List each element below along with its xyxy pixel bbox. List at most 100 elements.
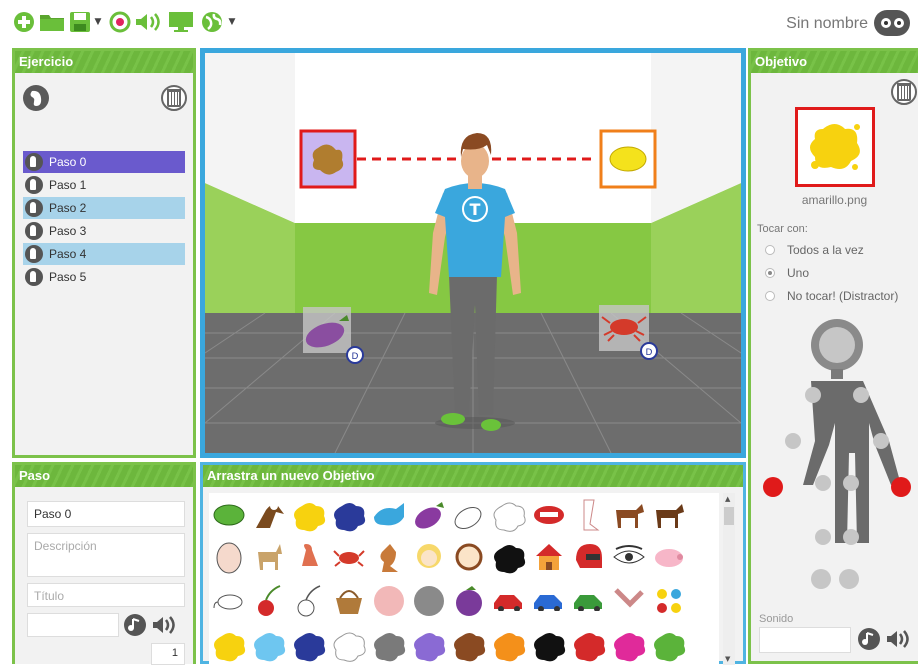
scroll-down-arrow[interactable]: ▼ xyxy=(725,655,730,663)
magenta-splash-icon[interactable] xyxy=(611,627,647,663)
eagle-icon[interactable] xyxy=(251,497,287,533)
step-head-icon xyxy=(25,199,43,217)
black-splash-icon[interactable] xyxy=(531,627,567,663)
green-car-icon[interactable] xyxy=(571,583,607,619)
scroll-thumb[interactable] xyxy=(724,507,734,525)
pig-icon[interactable] xyxy=(651,539,687,575)
leaf-icon[interactable] xyxy=(211,497,247,533)
open-folder-icon[interactable] xyxy=(38,10,66,34)
blue-car-icon[interactable] xyxy=(531,583,567,619)
red-splash-icon[interactable] xyxy=(571,627,607,663)
object-palette-grid xyxy=(209,493,719,667)
eggplant-icon[interactable] xyxy=(411,497,447,533)
horse-icon[interactable] xyxy=(611,497,647,533)
yellow-splash-icon[interactable] xyxy=(211,627,247,663)
orange-splash-icon[interactable] xyxy=(491,627,527,663)
preview-eye-icon[interactable] xyxy=(874,10,910,36)
leg-icon[interactable] xyxy=(571,497,607,533)
step-item[interactable]: Paso 1 xyxy=(23,174,185,196)
delete-step-icon[interactable] xyxy=(161,85,187,111)
gray-circle-icon[interactable] xyxy=(411,583,447,619)
cherry-icon[interactable] xyxy=(251,583,287,619)
horse-icon[interactable] xyxy=(651,497,687,533)
color-dots-icon[interactable] xyxy=(651,583,687,619)
radio-button[interactable] xyxy=(765,268,775,278)
step-sound-field[interactable] xyxy=(27,613,119,637)
step-head-icon xyxy=(25,153,43,171)
add-step-icon[interactable] xyxy=(23,85,49,111)
gray-splash-icon[interactable] xyxy=(371,627,407,663)
palette-scrollbar[interactable]: ▲ ▼ xyxy=(723,493,735,665)
step-description-field[interactable]: Descripción xyxy=(27,533,185,577)
blue-splash-icon[interactable] xyxy=(331,497,367,533)
crab-icon[interactable] xyxy=(331,539,367,575)
helmet-icon[interactable] xyxy=(571,539,607,575)
step-item[interactable]: Paso 5 xyxy=(23,266,185,288)
violet-splash-icon[interactable] xyxy=(411,627,447,663)
distractor-right[interactable]: D xyxy=(599,305,658,360)
whale-icon[interactable] xyxy=(371,497,407,533)
scroll-up-arrow[interactable]: ▲ xyxy=(725,495,730,503)
navy-splash-icon[interactable] xyxy=(291,627,327,663)
radio-todos[interactable]: Todos a la vez xyxy=(765,243,864,257)
globe-icon[interactable] xyxy=(200,10,224,34)
music-note-icon[interactable] xyxy=(857,627,881,656)
step-title-field[interactable]: Título xyxy=(27,583,185,607)
radio-distractor[interactable]: No tocar! (Distractor) xyxy=(765,289,898,303)
speaker-icon[interactable] xyxy=(134,10,164,34)
kangaroo-icon[interactable] xyxy=(371,539,407,575)
step-item[interactable]: Paso 3 xyxy=(23,220,185,242)
step-item[interactable]: Paso 2 xyxy=(23,197,185,219)
save-menu-caret[interactable]: ▼ xyxy=(94,10,102,34)
plum-icon[interactable] xyxy=(451,583,487,619)
music-note-icon[interactable] xyxy=(123,613,147,642)
white-splash-icon[interactable] xyxy=(331,627,367,663)
play-sound-icon[interactable] xyxy=(885,629,913,654)
mouse-icon[interactable] xyxy=(211,583,247,619)
white-splash-icon[interactable] xyxy=(491,497,527,533)
play-sound-icon[interactable] xyxy=(151,615,179,640)
add-icon[interactable] xyxy=(12,10,36,34)
ejercicio-panel: Ejercicio Paso 0 Paso 1 Paso 2 Paso 3 Pa… xyxy=(12,48,196,458)
objective-preview[interactable] xyxy=(795,107,875,187)
girl-icon[interactable] xyxy=(411,539,447,575)
target-left[interactable] xyxy=(299,129,357,189)
radio-button[interactable] xyxy=(765,245,775,255)
paso-header: Paso xyxy=(15,465,193,487)
radio-uno[interactable]: Uno xyxy=(765,266,809,280)
boy-icon[interactable] xyxy=(451,539,487,575)
arm-icon[interactable] xyxy=(611,583,647,619)
goat-icon[interactable] xyxy=(251,539,287,575)
yellow-splash-icon xyxy=(810,124,860,170)
light-blue-splash-icon[interactable] xyxy=(251,627,287,663)
house-icon[interactable] xyxy=(531,539,567,575)
save-icon[interactable] xyxy=(68,10,92,34)
touch-with-label: Tocar con: xyxy=(757,223,808,235)
eye-icon[interactable] xyxy=(611,539,647,575)
egg-icon[interactable] xyxy=(211,539,247,575)
delete-objective-icon[interactable] xyxy=(891,79,917,105)
green-splash-icon[interactable] xyxy=(651,627,687,663)
step-counter[interactable]: 1 xyxy=(151,643,185,665)
body-joint-map[interactable] xyxy=(757,313,917,603)
target-right[interactable] xyxy=(599,129,657,189)
red-car-icon[interactable] xyxy=(491,583,527,619)
record-icon[interactable] xyxy=(108,10,132,34)
step-item[interactable]: Paso 0 xyxy=(23,151,185,173)
black-splash-icon[interactable] xyxy=(491,539,527,575)
language-menu-caret[interactable]: ▼ xyxy=(228,10,236,34)
mouth-icon[interactable] xyxy=(531,497,567,533)
radio-button[interactable] xyxy=(765,291,775,301)
sound-input[interactable] xyxy=(759,627,851,653)
woman-icon[interactable] xyxy=(291,539,327,575)
yellow-splash-icon[interactable] xyxy=(291,497,327,533)
brown-splash-icon[interactable] xyxy=(451,627,487,663)
monitor-icon[interactable] xyxy=(168,10,194,34)
eggplant-outline-icon[interactable] xyxy=(451,497,487,533)
basket-icon[interactable] xyxy=(331,583,367,619)
step-item[interactable]: Paso 4 xyxy=(23,243,185,265)
step-name-field[interactable]: Paso 0 xyxy=(27,501,185,527)
pink-circle-icon[interactable] xyxy=(371,583,407,619)
scene-viewport[interactable]: D D T xyxy=(200,48,746,458)
cherry-outline-icon[interactable] xyxy=(291,583,327,619)
